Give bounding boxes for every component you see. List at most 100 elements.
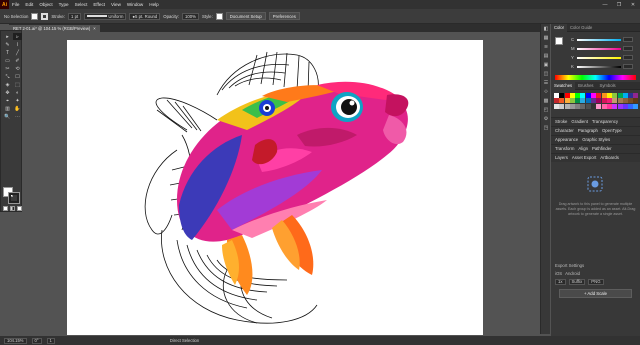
- tab-appearance[interactable]: Appearance: [555, 137, 578, 142]
- swatch[interactable]: [591, 98, 597, 104]
- document-setup-button[interactable]: Document Setup: [225, 12, 266, 20]
- fish-illustration[interactable]: [67, 40, 483, 335]
- close-tab-icon[interactable]: ×: [93, 26, 95, 31]
- tab-brushes[interactable]: Brushes: [575, 83, 596, 88]
- format-dropdown[interactable]: PNG: [588, 278, 604, 285]
- symbol-sprayer-tool-icon[interactable]: ✦: [13, 97, 22, 104]
- tab-transform[interactable]: Transform: [555, 146, 574, 151]
- swatch[interactable]: [606, 103, 612, 109]
- menu-effect[interactable]: Effect: [90, 2, 108, 7]
- suffix-field[interactable]: Suffix: [568, 278, 586, 285]
- tab-asset-export[interactable]: Asset Export: [572, 155, 596, 160]
- swatch[interactable]: [569, 98, 575, 104]
- ios-button[interactable]: iOS: [555, 271, 562, 276]
- swatch[interactable]: [622, 93, 628, 98]
- rotate-tool-icon[interactable]: ⟲: [13, 65, 22, 72]
- direct-selection-tool-icon[interactable]: ▹: [13, 33, 22, 40]
- menu-object[interactable]: Object: [36, 2, 55, 7]
- swatch[interactable]: [606, 93, 612, 98]
- swatch[interactable]: [564, 98, 570, 104]
- swatch[interactable]: [622, 98, 628, 104]
- swatch[interactable]: [575, 103, 581, 109]
- swatch[interactable]: [596, 93, 602, 98]
- swatch[interactable]: [585, 103, 591, 109]
- appearance-panel-icon[interactable]: ▩: [541, 96, 551, 105]
- tab-color[interactable]: Color: [551, 23, 568, 32]
- swatch[interactable]: [628, 98, 634, 104]
- gradient-mode-icon[interactable]: [10, 206, 15, 211]
- swatches-panel-icon[interactable]: ▦: [541, 33, 551, 42]
- restore-icon[interactable]: ❐: [612, 2, 626, 8]
- swatch[interactable]: [622, 103, 628, 109]
- swatch[interactable]: [601, 103, 607, 109]
- swatch[interactable]: [580, 103, 586, 109]
- slider-m-value[interactable]: [623, 46, 633, 51]
- menu-view[interactable]: View: [108, 2, 124, 7]
- swatch[interactable]: [633, 103, 639, 109]
- menu-edit[interactable]: Edit: [22, 2, 36, 7]
- brush-dropdown[interactable]: ● 5 pt. Round: [129, 12, 161, 20]
- hand-tool-icon[interactable]: ✋: [13, 105, 22, 112]
- swatch[interactable]: [559, 103, 565, 109]
- artboard[interactable]: [67, 40, 483, 335]
- swatch[interactable]: [628, 93, 634, 98]
- fill-swatch[interactable]: [31, 12, 39, 20]
- stroke-color-box[interactable]: [8, 192, 20, 204]
- transform-panel-icon[interactable]: ◰: [541, 105, 551, 114]
- rectangle-tool-icon[interactable]: ▭: [3, 57, 12, 64]
- slider-y-track[interactable]: [577, 56, 621, 59]
- swatch[interactable]: [564, 93, 570, 98]
- type-tool-icon[interactable]: T: [3, 49, 12, 56]
- swatch[interactable]: [633, 98, 639, 104]
- swatch[interactable]: [554, 98, 559, 104]
- menu-select[interactable]: Select: [72, 2, 91, 7]
- tab-graphic-styles[interactable]: Graphic Styles: [582, 137, 610, 142]
- slider-c-value[interactable]: [623, 37, 633, 42]
- slider-m[interactable]: M: [571, 46, 633, 51]
- gradient-tool-icon[interactable]: ◐: [13, 89, 22, 96]
- shape-builder-tool-icon[interactable]: ◈: [3, 81, 12, 88]
- tab-character[interactable]: Character: [555, 128, 574, 133]
- stroke-swatch[interactable]: [41, 12, 49, 20]
- scissors-tool-icon[interactable]: ✂: [3, 65, 12, 72]
- perspective-grid-tool-icon[interactable]: ⬚: [13, 81, 22, 88]
- swatch[interactable]: [596, 98, 602, 104]
- artboard-number-field[interactable]: 1: [46, 337, 55, 344]
- menu-type[interactable]: Type: [56, 2, 72, 7]
- symbols-panel-icon[interactable]: ▤: [541, 51, 551, 60]
- transparency-panel-icon[interactable]: ☰: [541, 78, 551, 87]
- preferences-button[interactable]: Preferences: [268, 12, 300, 20]
- curvature-tool-icon[interactable]: ⌇: [13, 41, 22, 48]
- tab-gradient[interactable]: Gradient: [571, 119, 587, 124]
- tab-transparency[interactable]: Transparency: [592, 119, 618, 124]
- color-spectrum[interactable]: [555, 75, 636, 80]
- tab-color-guide[interactable]: Color Guide: [567, 25, 595, 30]
- brushes-panel-icon[interactable]: ≋: [541, 42, 551, 51]
- pencil-tool-icon[interactable]: ✐: [13, 57, 22, 64]
- slider-c-track[interactable]: [577, 38, 621, 41]
- character-panel-icon[interactable]: ⟐: [541, 87, 551, 96]
- gradient-panel-icon[interactable]: ◫: [541, 69, 551, 78]
- tab-symbols[interactable]: Symbols: [597, 83, 619, 88]
- slider-y[interactable]: Y: [571, 55, 633, 60]
- slider-y-value[interactable]: [623, 55, 633, 60]
- android-button[interactable]: Android: [565, 271, 580, 276]
- swatch[interactable]: [585, 98, 591, 104]
- swatch[interactable]: [559, 98, 565, 104]
- tab-align[interactable]: Align: [578, 146, 588, 151]
- tab-stroke[interactable]: Stroke: [555, 119, 567, 124]
- menu-help[interactable]: Help: [146, 2, 161, 7]
- slider-c[interactable]: C: [571, 37, 633, 42]
- swatch[interactable]: [580, 98, 586, 104]
- menu-window[interactable]: Window: [124, 2, 146, 7]
- swatch[interactable]: [612, 98, 618, 104]
- line-tool-icon[interactable]: ╱: [13, 49, 22, 56]
- none-mode-icon[interactable]: [17, 206, 22, 211]
- swatch[interactable]: [612, 93, 618, 98]
- swatch[interactable]: [591, 103, 597, 109]
- swatch[interactable]: [569, 103, 575, 109]
- close-icon[interactable]: ✕: [626, 2, 640, 8]
- color-fill-box[interactable]: [555, 37, 563, 45]
- swatch[interactable]: [585, 93, 591, 98]
- asset-export-panel[interactable]: Drag artwork to this panel to generate m…: [551, 162, 640, 262]
